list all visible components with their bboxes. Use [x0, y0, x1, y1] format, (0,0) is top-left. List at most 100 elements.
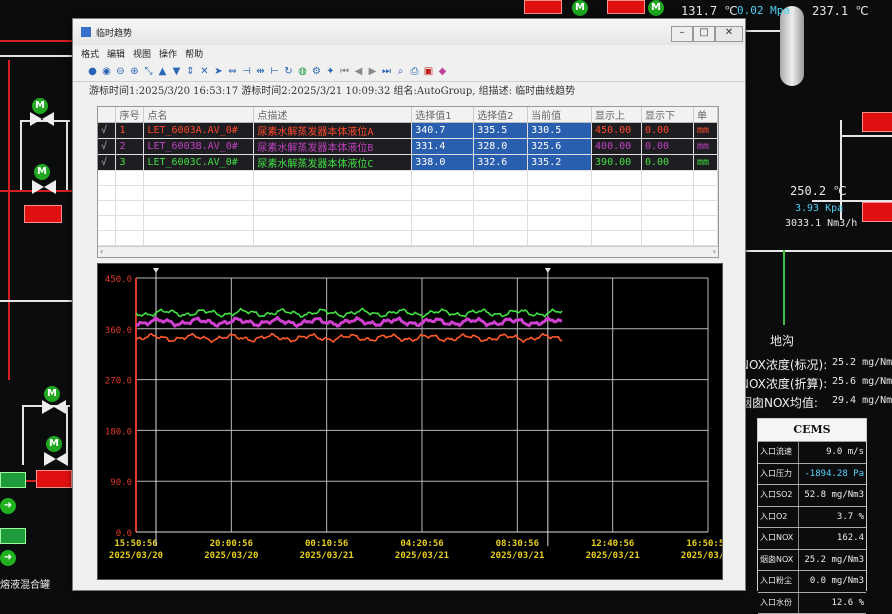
x-tick-label: 00:10:56 — [305, 539, 348, 549]
x-tick-date: 2025/03/21 — [395, 551, 449, 561]
unit: mm — [693, 155, 717, 171]
stop-icon[interactable]: ● — [87, 66, 98, 77]
left-bound-icon[interactable]: ⊣ — [241, 66, 252, 77]
red-indicator — [862, 202, 892, 222]
column-header[interactable]: 显示下 — [642, 107, 694, 123]
table-row — [98, 171, 718, 186]
find-icon[interactable]: ⌕ — [395, 66, 406, 77]
column-header[interactable]: 显示上 — [592, 107, 642, 123]
green-status-button[interactable] — [0, 472, 26, 488]
settings-icon[interactable]: ⚙ — [311, 66, 322, 77]
trend-chart[interactable]: 450.0360.0270.0180.090.00.015:50:562025/… — [97, 263, 723, 580]
valve-icon — [30, 112, 54, 126]
zoom-in-icon[interactable]: ⊕ — [129, 66, 140, 77]
row-checkbox[interactable]: √ — [98, 155, 116, 171]
cems-key: 入口粉尘 — [758, 571, 798, 592]
menu-view[interactable]: 视图 — [133, 47, 151, 60]
right-bound-icon[interactable]: ⊢ — [269, 66, 280, 77]
zoom-out-icon[interactable]: ⊖ — [115, 66, 126, 77]
scroll-left-icon[interactable]: ‹ — [100, 247, 103, 256]
eraser-icon[interactable]: ◆ — [437, 66, 448, 77]
menu-operate[interactable]: 操作 — [159, 47, 177, 60]
y-tick-label: 90.0 — [110, 478, 132, 488]
cursor-info: 游标时间1:2025/3/20 16:53:17 游标时间2:2025/3/21… — [73, 82, 745, 102]
scroll-right-icon[interactable]: › — [713, 247, 716, 256]
row-index: 2 — [116, 139, 144, 155]
table-header-row: 序号 点名 点描述 选择值1 选择值2 当前值 显示上 显示下 单 — [98, 107, 718, 123]
row-checkbox[interactable]: √ — [98, 123, 116, 139]
pin-icon[interactable]: ✦ — [325, 66, 336, 77]
cems-value: 3.7 % — [798, 507, 866, 528]
table-row — [98, 231, 718, 246]
cems-row: 入口水份12.6 % — [758, 593, 866, 614]
display-lower: 0.00 — [642, 155, 694, 171]
unit: mm — [693, 139, 717, 155]
cross-icon[interactable]: ✕ — [199, 66, 210, 77]
down-icon[interactable]: ▼ — [171, 66, 182, 77]
series-line — [136, 334, 562, 343]
row-checkbox[interactable]: √ — [98, 139, 116, 155]
minimize-button[interactable]: – — [671, 26, 693, 42]
trend-chart-svg[interactable]: 450.0360.0270.0180.090.00.015:50:562025/… — [98, 264, 722, 579]
x-tick-date: 2025/03/21 — [586, 551, 640, 561]
nox-value: 25.6 mg/Nm3 — [832, 376, 892, 387]
table-row[interactable]: √ 2 LET_6003B.AV_0# 尿素水解蒸发器本体液位B 331.4 3… — [98, 139, 718, 155]
print-icon[interactable]: ⎙ — [409, 66, 420, 77]
prev-icon[interactable]: ◀ — [353, 66, 364, 77]
x-tick-label: 15:50:56 — [114, 539, 157, 549]
run-arrow-icon: ➜ — [0, 550, 16, 566]
table-row[interactable]: √ 1 LET_6003A.AV_0# 尿素水解蒸发器本体液位A 340.7 3… — [98, 123, 718, 139]
nox-value: 25.2 mg/Nm3 — [832, 357, 892, 368]
cems-key: 入口水份 — [758, 593, 798, 614]
valve-icon — [42, 400, 66, 414]
column-header[interactable]: 点描述 — [254, 107, 412, 123]
cems-row: 入口O23.7 % — [758, 507, 866, 529]
cems-row: 烟囱NOX25.2 mg/Nm3 — [758, 550, 866, 572]
last-icon[interactable]: ⏭ — [381, 66, 392, 77]
x-tick-date: 2025/03/21 — [300, 551, 354, 561]
globe-icon[interactable]: ◍ — [297, 66, 308, 77]
menu-edit[interactable]: 编辑 — [107, 47, 125, 60]
table-row[interactable]: √ 3 LET_6003C.AV_0# 尿素水解蒸发器本体液位C 338.0 3… — [98, 155, 718, 171]
column-header[interactable]: 选择值2 — [474, 107, 528, 123]
up-icon[interactable]: ▲ — [157, 66, 168, 77]
close-button[interactable]: ✕ — [715, 26, 743, 42]
column-header[interactable]: 序号 — [116, 107, 144, 123]
drain-label: 地沟 — [770, 332, 794, 349]
cems-key: 烟囱NOX — [758, 550, 798, 571]
query-icon[interactable]: ◉ — [101, 66, 112, 77]
cems-value: 25.2 mg/Nm3 — [798, 550, 866, 571]
export-icon[interactable]: ▣ — [423, 66, 434, 77]
column-header[interactable]: 点名 — [144, 107, 254, 123]
cems-key: 入口SO2 — [758, 485, 798, 506]
green-status-button[interactable] — [0, 528, 26, 544]
menu-help[interactable]: 帮助 — [185, 47, 203, 60]
column-header[interactable]: 当前值 — [528, 107, 592, 123]
nox-value: 29.4 mg/Nm3 — [832, 395, 892, 406]
maximize-button[interactable]: □ — [693, 26, 715, 42]
column-header[interactable]: 单 — [693, 107, 717, 123]
refresh-icon[interactable]: ↻ — [283, 66, 294, 77]
cems-row: 入口粉尘0.0 mg/Nm3 — [758, 571, 866, 593]
display-lower: 0.00 — [642, 139, 694, 155]
horizontal-stretch-icon[interactable]: ⇔ — [227, 66, 238, 77]
menu-format[interactable]: 格式 — [81, 47, 99, 60]
x-tick-date: 2025/03/20 — [109, 551, 163, 561]
window-titlebar[interactable]: 临时趋势 — [73, 19, 745, 45]
cems-row: 入口压力-1894.28 Pa — [758, 464, 866, 486]
center-icon[interactable]: ⇹ — [255, 66, 266, 77]
horizontal-scrollbar[interactable]: ‹ › — [98, 246, 718, 257]
current-value: 335.2 — [528, 155, 592, 171]
first-icon[interactable]: ⏮ — [339, 66, 350, 77]
column-header[interactable]: 选择值1 — [412, 107, 474, 123]
fit-icon[interactable]: ⤡ — [143, 66, 154, 77]
column-header[interactable] — [98, 107, 116, 123]
table-row — [98, 186, 718, 201]
vertical-stretch-icon[interactable]: ⇕ — [185, 66, 196, 77]
pointer-icon[interactable]: ➤ — [213, 66, 224, 77]
red-indicator — [862, 112, 892, 132]
unit: mm — [693, 123, 717, 139]
temperature-readout: 131.7 ℃ — [681, 4, 738, 18]
table-row — [98, 201, 718, 216]
next-icon[interactable]: ▶ — [367, 66, 378, 77]
